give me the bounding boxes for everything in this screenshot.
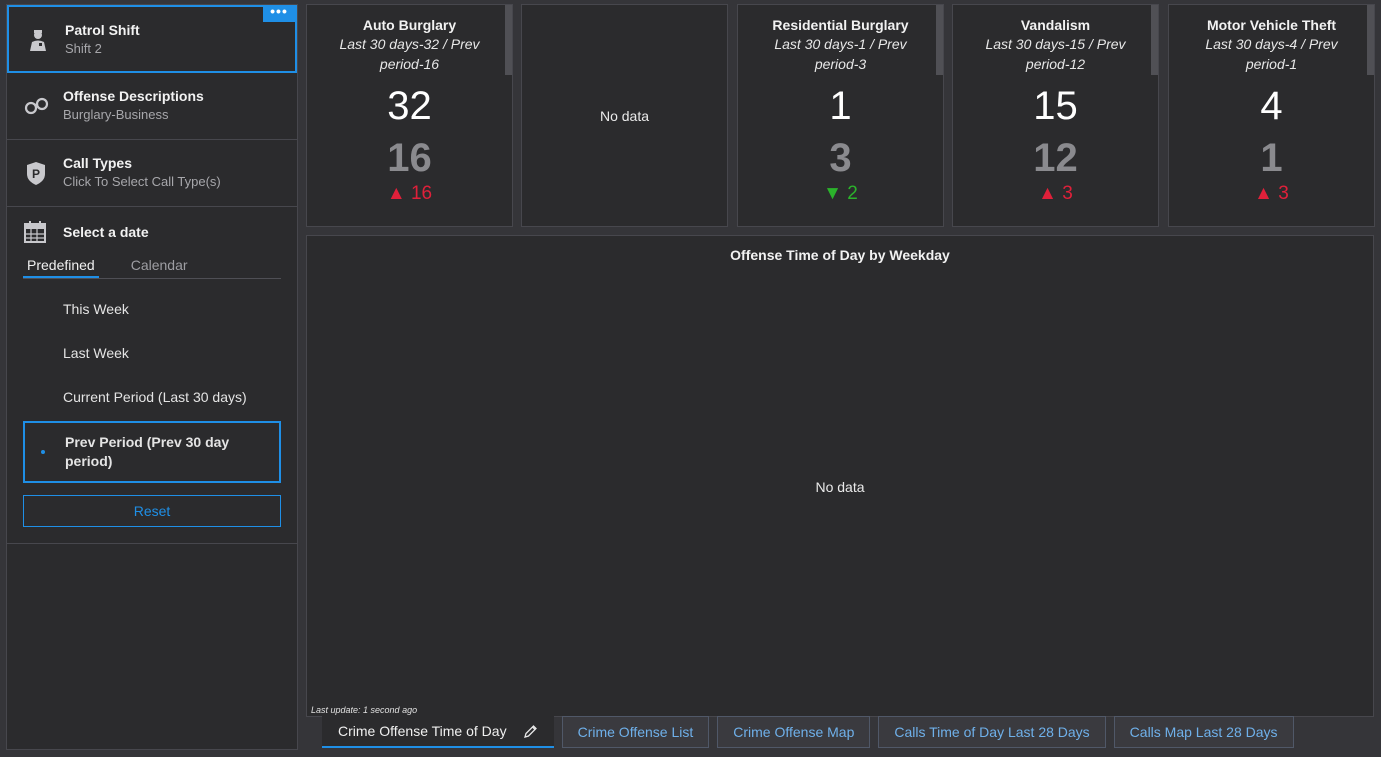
indicator-residential-burglary[interactable]: Residential Burglary Last 30 days-1 / Pr… xyxy=(737,4,944,227)
date-option-last-week[interactable]: Last Week xyxy=(23,331,281,375)
patrol-shift-title: Patrol Shift xyxy=(65,22,140,38)
offense-time-of-day-chart: Offense Time of Day by Weekday No data L… xyxy=(306,235,1374,717)
chart-title: Offense Time of Day by Weekday xyxy=(730,247,950,263)
offense-descriptions-value: Burglary-Business xyxy=(63,107,169,122)
police-badge-icon: P xyxy=(27,162,45,185)
date-option-this-week[interactable]: This Week xyxy=(23,287,281,331)
scrollbar[interactable] xyxy=(1151,5,1158,75)
chart-no-data-label: No data xyxy=(815,479,865,495)
indicator-value: 1 xyxy=(829,84,852,128)
indicator-auto-burglary[interactable]: Auto Burglary Last 30 days-32 / Prev per… xyxy=(306,4,513,227)
tab-crime-offense-time-of-day[interactable]: Crime Offense Time of Day xyxy=(322,716,554,748)
scrollbar[interactable] xyxy=(505,5,512,75)
date-selector-title: Select a date xyxy=(63,224,149,240)
indicator-title: Auto Burglary xyxy=(362,17,457,33)
indicator-delta: ▲ 3 xyxy=(1254,183,1289,204)
indicator-title: Motor Vehicle Theft xyxy=(1206,17,1337,33)
tab-calls-time-of-day[interactable]: Calls Time of Day Last 28 Days xyxy=(878,716,1106,748)
last-update-label: Last update: 1 second ago xyxy=(311,705,418,715)
date-mode-tabs: Predefined Calendar xyxy=(23,255,281,279)
call-types-value: Click To Select Call Type(s) xyxy=(63,174,221,189)
indicator-description: Last 30 days-1 / Prev period-3 xyxy=(774,36,907,72)
tab-calendar[interactable]: Calendar xyxy=(127,255,192,278)
indicator-motor-vehicle-theft[interactable]: Motor Vehicle Theft Last 30 days-4 / Pre… xyxy=(1168,4,1375,227)
call-types-selector[interactable]: P Call Types Click To Select Call Type(s… xyxy=(7,140,297,207)
officer-icon xyxy=(30,30,46,51)
indicator-delta: ▼ 2 xyxy=(823,183,858,204)
more-options-button[interactable]: ••• xyxy=(263,4,295,22)
indicator-reference-value: 16 xyxy=(387,136,432,180)
indicator-description: Last 30 days-32 / Prev period-16 xyxy=(339,36,480,72)
tab-crime-offense-map[interactable]: Crime Offense Map xyxy=(717,716,871,748)
offense-descriptions-selector[interactable]: Offense Descriptions Burglary-Business xyxy=(7,73,297,140)
tab-calls-map[interactable]: Calls Map Last 28 Days xyxy=(1113,716,1294,748)
date-options-list: This Week Last Week Current Period (Last… xyxy=(23,287,281,483)
svg-text:P: P xyxy=(32,167,40,181)
no-data-label: No data xyxy=(599,107,650,124)
indicator-value: 4 xyxy=(1260,84,1283,128)
calendar-icon xyxy=(24,221,46,243)
indicator-title: Vandalism xyxy=(1020,17,1091,33)
indicator-delta: ▲ 16 xyxy=(386,183,433,204)
scrollbar[interactable] xyxy=(936,5,943,75)
indicator-description: Last 30 days-15 / Prev period-12 xyxy=(985,36,1126,72)
reset-button[interactable]: Reset xyxy=(23,495,281,527)
indicator-reference-value: 3 xyxy=(829,136,852,180)
indicator-delta: ▲ 3 xyxy=(1038,183,1073,204)
tab-crime-offense-list[interactable]: Crime Offense List xyxy=(561,716,710,748)
indicator-title: Residential Burglary xyxy=(772,17,909,33)
date-selector-header: Select a date xyxy=(23,221,281,243)
scrollbar[interactable] xyxy=(1367,5,1374,75)
selected-indicator-dot xyxy=(41,450,45,454)
dashboard-tabs: Crime Offense Time of Day Crime Offense … xyxy=(322,716,1302,749)
offense-descriptions-title: Offense Descriptions xyxy=(63,88,204,104)
patrol-shift-selector[interactable]: Patrol Shift Shift 2 ••• xyxy=(7,4,297,73)
indicator-value: 32 xyxy=(387,84,432,128)
indicator-vandalism[interactable]: Vandalism Last 30 days-15 / Prev period-… xyxy=(952,4,1159,227)
indicator-description: Last 30 days-4 / Prev period-1 xyxy=(1205,36,1338,72)
call-types-title: Call Types xyxy=(63,155,132,171)
tab-predefined[interactable]: Predefined xyxy=(23,255,99,278)
handcuffs-icon xyxy=(24,97,49,115)
indicator-empty[interactable]: No data xyxy=(521,4,728,227)
date-selector: Select a date Predefined Calendar This W… xyxy=(7,207,297,544)
date-option-prev-period[interactable]: Prev Period (Prev 30 day period) xyxy=(23,421,281,483)
pencil-icon[interactable] xyxy=(523,724,538,739)
indicator-value: 15 xyxy=(1033,84,1078,128)
patrol-shift-value: Shift 2 xyxy=(65,41,102,56)
tab-label: Crime Offense Time of Day xyxy=(338,723,507,739)
indicator-reference-value: 12 xyxy=(1033,136,1078,180)
date-option-current-period[interactable]: Current Period (Last 30 days) xyxy=(23,375,281,419)
selector-panel: Patrol Shift Shift 2 ••• Offense Descrip… xyxy=(6,4,298,750)
date-option-prev-period-label: Prev Period (Prev 30 day period) xyxy=(65,434,230,469)
indicator-reference-value: 1 xyxy=(1260,136,1283,180)
